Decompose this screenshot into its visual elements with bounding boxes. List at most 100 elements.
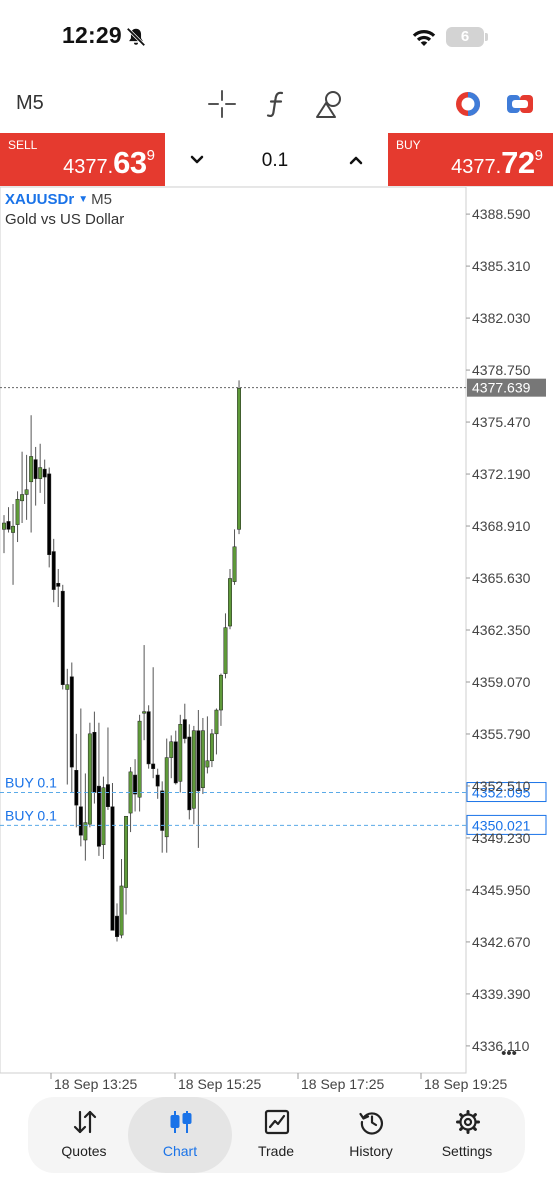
buy-button[interactable]: BUY 4377.729 <box>388 133 553 186</box>
candle-body <box>6 521 11 530</box>
order-label[interactable]: BUY 0.1 <box>5 775 57 791</box>
candle-body <box>96 785 101 847</box>
symbol-name: XAUUSDr <box>5 191 75 208</box>
candle-body <box>51 551 56 590</box>
candle-body <box>24 489 29 495</box>
timeframe-button[interactable]: M5 <box>16 92 44 115</box>
sell-button[interactable]: SELL 4377.639 <box>0 133 165 186</box>
candle-body <box>169 741 174 758</box>
candle-body <box>223 627 228 674</box>
candle-body <box>65 684 70 690</box>
candle-body <box>191 730 196 809</box>
candle-body <box>115 915 119 937</box>
candle-body <box>101 787 106 846</box>
sell-price: 4377.639 <box>63 145 155 180</box>
bottom-navigation: Quotes Chart Trade History Settings <box>28 1097 525 1173</box>
nav-label-quotes: Quotes <box>61 1143 107 1159</box>
candle-body <box>11 525 15 533</box>
candle-body <box>160 790 165 831</box>
candle-body <box>106 784 110 807</box>
candle-body <box>214 709 219 735</box>
y-tick-label: 4382.030 <box>472 310 531 326</box>
candle-body <box>119 885 124 936</box>
indicators-icon[interactable] <box>261 88 293 120</box>
candle-body <box>200 730 205 788</box>
bell-off-icon <box>126 27 146 47</box>
y-tick-label: 4352.510 <box>472 778 531 794</box>
symbol-timeframe: M5 <box>91 191 112 208</box>
candle-body <box>219 674 223 711</box>
candle-body <box>42 468 47 478</box>
y-tick-label: 4339.390 <box>472 986 531 1002</box>
candle-body <box>47 473 52 555</box>
chart-more-menu[interactable]: ••• <box>501 1045 517 1062</box>
y-tick-label: 4345.950 <box>472 882 531 898</box>
trade-chart-icon <box>264 1109 290 1135</box>
history-clock-icon <box>359 1112 383 1135</box>
x-tick-label: 18 Sep 17:25 <box>301 1076 385 1092</box>
candle-body <box>209 733 214 762</box>
nav-item-settings[interactable]: Settings <box>419 1097 515 1173</box>
trade-panel-icon[interactable] <box>504 88 536 120</box>
candle-body <box>78 806 83 836</box>
quotes-arrows-icon <box>73 1110 97 1134</box>
candle-body <box>142 711 147 714</box>
lot-size-field[interactable]: 0.1 <box>240 150 310 172</box>
buy-label: BUY <box>396 138 421 152</box>
current-price-label: 4377.639 <box>472 380 531 396</box>
x-tick-label: 18 Sep 19:25 <box>424 1076 508 1092</box>
candle-body <box>228 578 232 627</box>
wifi-icon <box>412 29 436 46</box>
caret-down-icon: ▼ <box>78 194 89 205</box>
battery-tip <box>485 33 488 41</box>
buy-price: 4377.729 <box>451 145 543 180</box>
y-tick-label: 4342.670 <box>472 934 531 950</box>
candle-body <box>29 456 34 483</box>
candle-body <box>133 774 138 795</box>
nav-label-trade: Trade <box>257 1143 295 1159</box>
x-tick-label: 18 Sep 15:25 <box>178 1076 262 1092</box>
chevron-up-icon[interactable] <box>344 148 368 172</box>
crosshair-icon[interactable] <box>206 88 238 120</box>
y-tick-label: 4375.470 <box>472 414 531 430</box>
symbol-description: Gold vs US Dollar <box>5 211 125 228</box>
y-tick-label: 4349.230 <box>472 830 531 846</box>
candle-body <box>60 590 65 685</box>
candle-body <box>196 730 201 792</box>
candle-body <box>137 720 142 798</box>
objects-icon[interactable] <box>313 88 345 120</box>
one-click-trading-icon[interactable] <box>452 88 484 120</box>
candle-body <box>15 498 20 525</box>
candle-body <box>38 467 43 479</box>
nav-item-chart[interactable]: Chart <box>128 1097 232 1173</box>
nav-item-history[interactable]: History <box>323 1097 419 1173</box>
nav-label-settings: Settings <box>441 1143 493 1159</box>
candle-body <box>69 676 74 768</box>
y-tick-label: 4368.910 <box>472 518 531 534</box>
candle-body <box>182 719 187 739</box>
order-label[interactable]: BUY 0.1 <box>5 807 57 823</box>
symbol-selector[interactable]: XAUUSDr ▼ M5 <box>5 191 112 208</box>
candle-body <box>151 763 156 769</box>
nav-item-quotes[interactable]: Quotes <box>36 1097 132 1173</box>
y-tick-label: 4365.630 <box>472 570 531 586</box>
gear-icon <box>456 1110 480 1134</box>
chevron-down-icon[interactable] <box>185 148 209 172</box>
candle-body <box>2 522 6 530</box>
y-tick-label: 4378.750 <box>472 362 531 378</box>
candlestick-chart-icon <box>170 1111 192 1133</box>
y-tick-label: 4359.070 <box>472 674 531 690</box>
y-tick-label: 4355.790 <box>472 726 531 742</box>
candle-body <box>56 582 61 587</box>
candle-body <box>187 736 192 811</box>
candle-body <box>33 459 38 479</box>
candle-body <box>87 733 92 825</box>
battery-indicator: 6 <box>446 27 484 47</box>
status-time: 12:29 <box>62 22 122 48</box>
candle-body <box>232 546 237 582</box>
candle-body <box>146 711 151 765</box>
price-chart[interactable]: BUY 0.14352.095BUY 0.14350.0214377.639 4… <box>0 187 553 1095</box>
y-tick-label: 4388.590 <box>472 206 531 222</box>
nav-item-trade[interactable]: Trade <box>228 1097 324 1173</box>
candle-body <box>20 494 25 502</box>
